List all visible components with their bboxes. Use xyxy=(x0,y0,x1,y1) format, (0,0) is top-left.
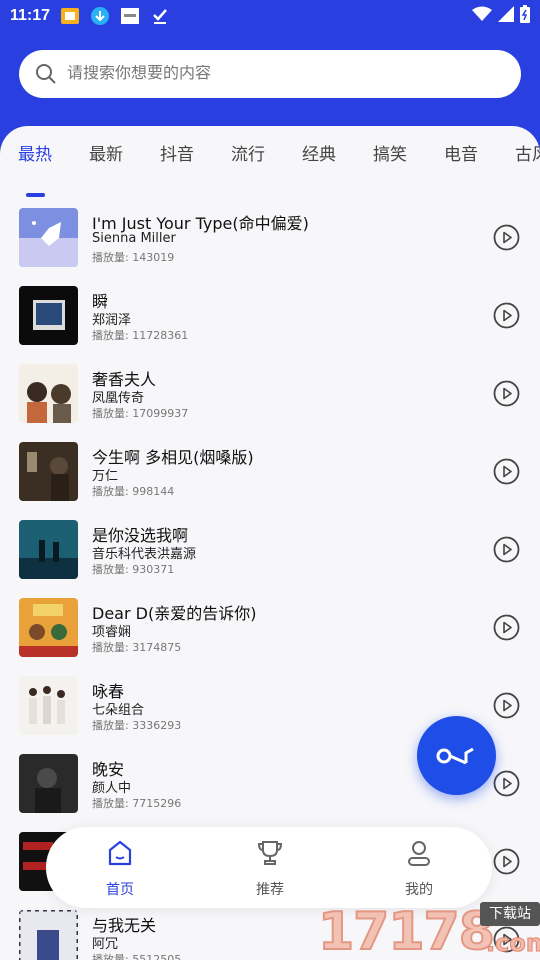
song-artist: 颜人中 xyxy=(92,781,132,796)
album-cover xyxy=(19,364,78,423)
song-artist: 项睿娴 xyxy=(92,625,132,640)
tab-classic[interactable]: 经典 xyxy=(302,140,336,165)
tab-hot[interactable]: 最热 xyxy=(18,140,52,165)
search-bar[interactable] xyxy=(19,50,521,98)
tab-pop[interactable]: 流行 xyxy=(231,140,265,165)
song-artist: 万仁 xyxy=(92,469,119,484)
song-play-count: 播放量: 7715296 xyxy=(92,797,182,810)
song-play-count: 播放量: 17099937 xyxy=(92,407,189,420)
song-artist: 音乐科代表洪嘉源 xyxy=(92,547,197,562)
notification-app-icon xyxy=(60,7,80,25)
watermark-tag: 下载站 xyxy=(480,902,540,926)
album-cover xyxy=(19,598,78,657)
song-row[interactable]: I'm Just Your Type(命中偏爱) Sienna Miller 播… xyxy=(0,208,540,270)
song-play-count: 播放量: 5512505 xyxy=(92,953,182,960)
status-bar: 11:17 xyxy=(0,0,540,32)
bottom-navigation: 首页 推荐 我的 xyxy=(46,827,492,908)
nav-recommend-label: 推荐 xyxy=(256,882,284,898)
song-artist: 郑润泽 xyxy=(92,313,132,328)
status-notifications xyxy=(60,7,170,25)
tab-douyin[interactable]: 抖音 xyxy=(160,140,194,165)
user-icon xyxy=(408,841,430,866)
song-play-count: 播放量: 143019 xyxy=(92,251,175,264)
album-cover xyxy=(19,442,78,501)
nav-home-label: 首页 xyxy=(106,882,134,898)
play-icon[interactable] xyxy=(493,302,520,329)
song-artist: Sienna Miller xyxy=(92,231,176,246)
status-time: 11:17 xyxy=(10,7,51,24)
play-icon[interactable] xyxy=(493,692,520,719)
song-artist: 阿冗 xyxy=(92,937,119,952)
tab-ancient-style[interactable]: 古风 xyxy=(515,140,540,165)
song-row[interactable]: Dear D(亲爱的告诉你) 项睿娴 播放量: 3174875 xyxy=(0,598,540,660)
now-playing-button[interactable] xyxy=(417,716,496,795)
nav-mine-label: 我的 xyxy=(405,882,433,898)
tab-electronic[interactable]: 电音 xyxy=(444,140,478,165)
trophy-icon xyxy=(257,841,283,865)
wifi-icon xyxy=(472,6,492,27)
song-row[interactable]: 今生啊 多相见(烟嗓版) 万仁 播放量: 998144 xyxy=(0,442,540,504)
active-tab-indicator xyxy=(26,193,45,197)
nav-mine[interactable]: 我的 xyxy=(384,827,454,908)
status-right xyxy=(472,4,530,28)
album-cover xyxy=(19,910,78,960)
song-row[interactable]: 奢香夫人 凤凰传奇 播放量: 17099937 xyxy=(0,364,540,426)
search-icon xyxy=(36,64,56,84)
watermark-number: 17178 xyxy=(317,901,496,960)
download-icon xyxy=(90,7,110,25)
news-app-icon xyxy=(120,7,140,25)
album-cover xyxy=(19,520,78,579)
song-artist: 七朵组合 xyxy=(92,703,145,718)
check-icon xyxy=(150,7,170,25)
home-icon xyxy=(108,840,132,866)
song-row[interactable]: 是你没选我啊 音乐科代表洪嘉源 播放量: 930371 xyxy=(0,520,540,582)
play-icon[interactable] xyxy=(493,380,520,407)
nav-home[interactable]: 首页 xyxy=(85,827,155,908)
tab-funny[interactable]: 搞笑 xyxy=(373,140,407,165)
song-play-count: 播放量: 998144 xyxy=(92,485,175,498)
play-icon[interactable] xyxy=(493,614,520,641)
nav-recommend[interactable]: 推荐 xyxy=(235,827,305,908)
song-play-count: 播放量: 3336293 xyxy=(92,719,182,732)
song-play-count: 播放量: 3174875 xyxy=(92,641,182,654)
play-icon[interactable] xyxy=(493,458,520,485)
song-row[interactable]: 瞬 郑润泽 播放量: 11728361 xyxy=(0,286,540,348)
search-input[interactable] xyxy=(67,65,467,83)
play-icon[interactable] xyxy=(493,848,520,875)
battery-icon xyxy=(520,4,530,28)
music-note-icon xyxy=(436,747,474,764)
play-icon[interactable] xyxy=(493,224,520,251)
album-cover xyxy=(19,754,78,813)
play-icon[interactable] xyxy=(493,536,520,563)
song-play-count: 播放量: 11728361 xyxy=(92,329,189,342)
signal-icon xyxy=(498,5,514,27)
album-cover xyxy=(19,208,78,267)
watermark: 17178 下载站 .com xyxy=(317,901,540,960)
watermark-suffix: .com xyxy=(486,929,540,958)
category-tabs: 最热 最新 抖音 流行 经典 搞笑 电音 古风 xyxy=(0,140,540,197)
album-cover xyxy=(19,286,78,345)
song-artist: 凤凰传奇 xyxy=(92,391,145,406)
song-play-count: 播放量: 930371 xyxy=(92,563,175,576)
album-cover xyxy=(19,676,78,735)
play-icon[interactable] xyxy=(493,770,520,797)
tab-newest[interactable]: 最新 xyxy=(89,140,123,165)
